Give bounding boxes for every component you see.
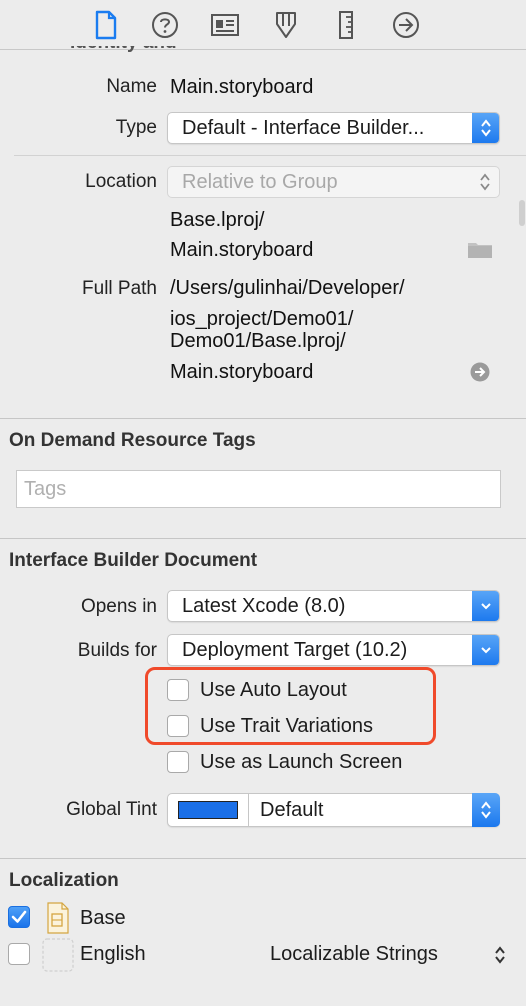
global-tint-label: Global Tint	[66, 799, 157, 820]
section-divider	[0, 418, 526, 419]
localization-base-label: Base	[80, 907, 126, 929]
type-label: Type	[115, 117, 157, 138]
quick-help-icon[interactable]	[148, 8, 182, 42]
file-inspector-icon[interactable]	[89, 8, 123, 42]
storyboard-file-icon	[46, 902, 70, 934]
missing-file-icon	[42, 938, 74, 972]
color-swatch	[178, 801, 238, 819]
location-label: Location	[85, 171, 157, 192]
opens-in-popup[interactable]: Latest Xcode (8.0)	[167, 590, 500, 622]
builds-for-value: Deployment Target (10.2)	[182, 639, 408, 661]
localization-base-checkbox[interactable]	[8, 906, 30, 928]
size-inspector-icon[interactable]	[329, 8, 363, 42]
full-path-label: Full Path	[82, 278, 157, 299]
full-path-line: Demo01/Base.lproj/	[170, 330, 346, 352]
location-popup-value: Relative to Group	[182, 171, 338, 193]
divider	[14, 155, 526, 156]
full-path-line: /Users/gulinhai/Developer/	[170, 277, 405, 299]
opens-in-value: Latest Xcode (8.0)	[182, 595, 346, 617]
updown-arrows-icon	[472, 113, 499, 143]
use-as-launch-screen-label: Use as Launch Screen	[200, 751, 403, 773]
chevron-down-icon	[472, 635, 499, 665]
full-path-line: Main.storyboard	[170, 361, 314, 383]
tags-input[interactable]: Tags	[16, 470, 501, 508]
location-path-line2: Main.storyboard	[170, 239, 314, 261]
folder-icon[interactable]	[467, 239, 493, 264]
chevron-down-icon	[472, 591, 499, 621]
builds-for-popup[interactable]: Deployment Target (10.2)	[167, 634, 500, 666]
name-value[interactable]: Main.storyboard	[170, 72, 313, 103]
use-as-launch-screen-checkbox[interactable]	[167, 751, 189, 773]
localization-english-option[interactable]: Localizable Strings	[270, 942, 438, 966]
inspector-toolbar	[0, 0, 526, 50]
attributes-inspector-icon[interactable]	[269, 8, 303, 42]
annotation-highlight-box	[145, 667, 436, 745]
section-divider	[0, 858, 526, 859]
global-tint-value: Default	[260, 799, 324, 821]
ib-document-section-title: Interface Builder Document	[9, 550, 258, 571]
on-demand-section-title: On Demand Resource Tags	[9, 430, 256, 451]
localization-section-title: Localization	[9, 870, 119, 891]
scrollbar-thumb[interactable]	[519, 200, 525, 226]
localization-english-checkbox[interactable]	[8, 943, 30, 965]
type-popup-value: Default - Interface Builder...	[182, 117, 425, 139]
location-path-line1: Base.lproj/	[170, 209, 265, 231]
updown-arrows-icon[interactable]	[493, 944, 507, 971]
clipped-section-header: Identity and Type	[70, 46, 180, 54]
localization-english-label: English	[80, 943, 146, 965]
reveal-in-finder-icon[interactable]	[470, 362, 490, 387]
name-label: Name	[106, 76, 157, 97]
opens-in-label: Opens in	[80, 596, 157, 617]
location-popup[interactable]: Relative to Group	[167, 166, 500, 198]
identity-inspector-icon[interactable]	[208, 8, 242, 42]
checkmark-icon	[11, 910, 27, 923]
section-divider	[0, 538, 526, 539]
color-well[interactable]	[168, 794, 249, 826]
scrollbar[interactable]	[518, 50, 526, 1006]
global-tint-control[interactable]: Default	[167, 793, 500, 827]
builds-for-label: Builds for	[77, 640, 157, 661]
type-popup[interactable]: Default - Interface Builder...	[167, 112, 500, 144]
connections-inspector-icon[interactable]	[389, 8, 423, 42]
updown-arrows-icon	[473, 167, 497, 197]
updown-arrows-icon	[472, 793, 500, 827]
